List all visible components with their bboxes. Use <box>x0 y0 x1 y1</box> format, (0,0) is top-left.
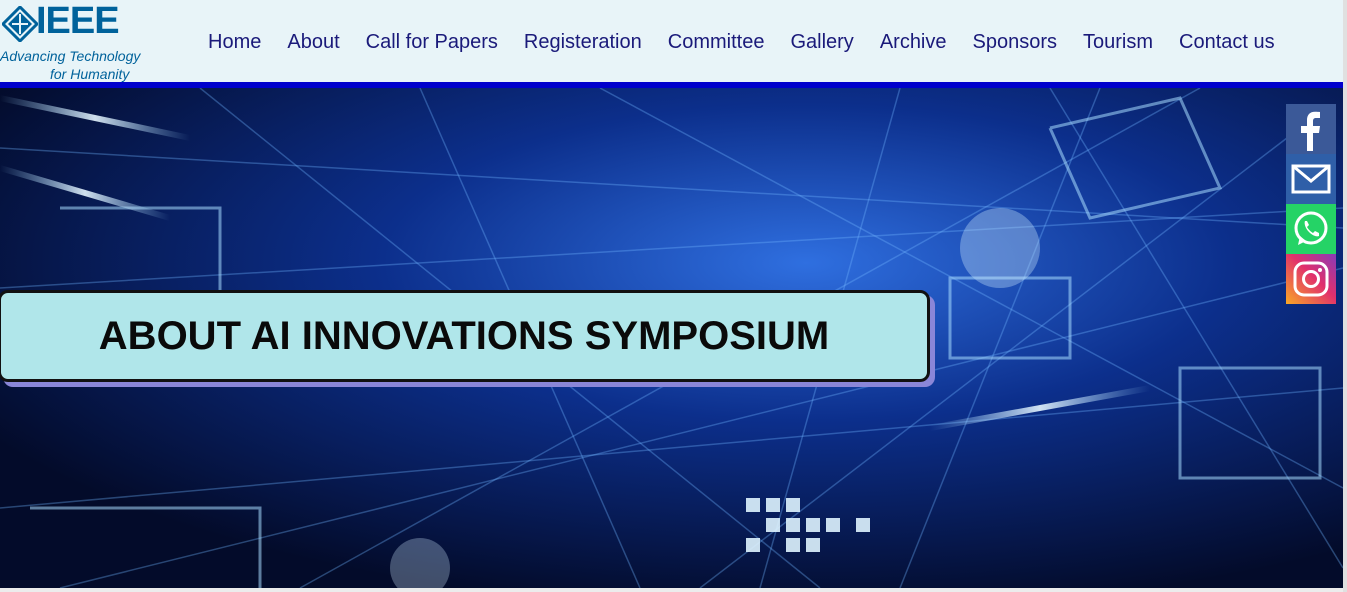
nav-call-for-papers[interactable]: Call for Papers <box>366 31 498 54</box>
section-divider <box>0 588 1343 592</box>
nav-tourism[interactable]: Tourism <box>1083 31 1153 54</box>
whatsapp-button[interactable] <box>1286 204 1336 254</box>
nav-registration[interactable]: Registeration <box>524 31 642 54</box>
logo-tagline-2: for Humanity <box>50 66 130 82</box>
nav-archive[interactable]: Archive <box>880 31 947 54</box>
social-sidebar <box>1286 104 1336 304</box>
nav-committee[interactable]: Committee <box>668 31 765 54</box>
ieee-diamond-icon <box>2 6 38 42</box>
page-title: ABOUT AI INNOVATIONS SYMPOSIUM <box>98 313 830 358</box>
logo-wordmark: IEEE <box>36 0 120 42</box>
nav-sponsors[interactable]: Sponsors <box>973 31 1058 54</box>
whatsapp-icon <box>1294 211 1328 245</box>
ieee-logo[interactable]: IEEE Advancing Technology for Humanity <box>0 0 150 82</box>
nav-gallery[interactable]: Gallery <box>790 31 853 54</box>
facebook-button[interactable] <box>1286 104 1336 154</box>
nav-about[interactable]: About <box>287 31 339 54</box>
logo-tagline-1: Advancing Technology <box>0 48 141 64</box>
page-scrollbar[interactable] <box>1343 0 1347 592</box>
nav-home[interactable]: Home <box>208 31 261 54</box>
instagram-icon <box>1293 261 1329 297</box>
hero-banner: ABOUT AI INNOVATIONS SYMPOSIUM <box>0 88 1343 588</box>
nav-contact-us[interactable]: Contact us <box>1179 31 1275 54</box>
facebook-icon <box>1301 111 1320 151</box>
instagram-button[interactable] <box>1286 254 1336 304</box>
email-button[interactable] <box>1286 154 1336 204</box>
header-bar: IEEE Advancing Technology for Humanity H… <box>0 0 1347 88</box>
page-title-box: ABOUT AI INNOVATIONS SYMPOSIUM <box>0 290 930 382</box>
mail-icon <box>1291 164 1331 194</box>
main-nav: Home About Call for Papers Registeration… <box>208 31 1301 54</box>
